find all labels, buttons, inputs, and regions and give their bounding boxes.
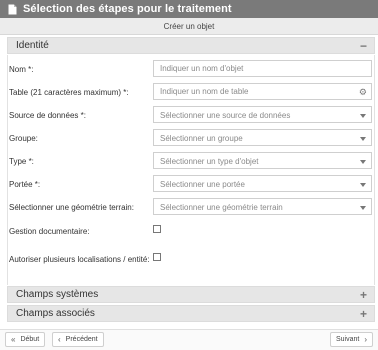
- section-champs-associes-header[interactable]: Champs associés +: [7, 305, 375, 322]
- source-select-value: Sélectionner une source de données: [160, 111, 291, 120]
- wizard-footer: « Début ‹ Précédent Suivant ›: [0, 329, 378, 350]
- document-icon: [8, 4, 17, 15]
- section-identite-label: Identité: [16, 40, 49, 51]
- portee-select[interactable]: Sélectionner une portée: [153, 175, 372, 192]
- chevron-down-icon: [360, 206, 366, 210]
- chevron-down-icon: [360, 137, 366, 141]
- groupe-select-value: Sélectionner un groupe: [160, 134, 243, 143]
- section-champs-associes-label: Champs associés: [16, 308, 95, 319]
- chevron-right-icon: ›: [364, 335, 368, 344]
- section-identite-header[interactable]: Identité −: [7, 37, 375, 54]
- geometrie-select-value: Sélectionner une géométrie terrain: [160, 203, 283, 212]
- toolbar-subtitle-bar: Créer un objet: [0, 18, 378, 35]
- geometrie-label: Sélectionner une géométrie terrain:: [9, 203, 134, 212]
- type-label: Type *:: [9, 157, 34, 166]
- page-subtitle: Créer un objet: [163, 21, 215, 31]
- collapse-icon[interactable]: −: [360, 39, 367, 53]
- nom-field[interactable]: [153, 60, 372, 77]
- window-titlebar: Sélection des étapes pour le traitement: [0, 0, 378, 18]
- table-field[interactable]: ⚙: [153, 83, 372, 100]
- table-input[interactable]: [154, 84, 371, 99]
- geometrie-select[interactable]: Sélectionner une géométrie terrain: [153, 198, 372, 215]
- section-champs-systemes-header[interactable]: Champs systèmes +: [7, 286, 375, 303]
- debut-button-label: Début: [20, 336, 40, 343]
- source-label: Source de données *:: [9, 111, 86, 120]
- chevron-down-icon: [360, 183, 366, 187]
- expand-icon[interactable]: +: [360, 307, 367, 321]
- portee-select-value: Sélectionner une portée: [160, 180, 245, 189]
- portee-label: Portée *:: [9, 180, 41, 189]
- type-select[interactable]: Sélectionner un type d'objet: [153, 152, 372, 169]
- groupe-label: Groupe:: [9, 134, 38, 143]
- double-chevron-left-icon: «: [11, 335, 16, 344]
- precedent-button[interactable]: ‹ Précédent: [52, 332, 104, 347]
- chevron-down-icon: [360, 114, 366, 118]
- gear-icon[interactable]: ⚙: [359, 87, 367, 98]
- suivant-button-label: Suivant: [336, 336, 360, 343]
- window-title: Sélection des étapes pour le traitement: [23, 3, 232, 15]
- groupe-select[interactable]: Sélectionner un groupe: [153, 129, 372, 146]
- nom-label: Nom *:: [9, 65, 34, 74]
- precedent-button-label: Précédent: [65, 336, 98, 343]
- table-label: Table (21 caractères maximum) *:: [9, 88, 129, 97]
- source-select[interactable]: Sélectionner une source de données: [153, 106, 372, 123]
- suivant-button[interactable]: Suivant ›: [330, 332, 374, 347]
- chevron-left-icon: ‹: [58, 335, 61, 344]
- section-champs-systemes-label: Champs systèmes: [16, 289, 99, 300]
- debut-button[interactable]: « Début: [5, 332, 46, 347]
- gestion-doc-checkbox[interactable]: [153, 225, 161, 233]
- multi-loc-label: Autoriser plusieurs localisations / enti…: [9, 255, 150, 264]
- expand-icon[interactable]: +: [360, 288, 367, 302]
- chevron-down-icon: [360, 160, 366, 164]
- gestion-doc-label: Gestion documentaire:: [9, 227, 90, 236]
- multi-loc-checkbox[interactable]: [153, 253, 161, 261]
- type-select-value: Sélectionner un type d'objet: [160, 157, 259, 166]
- nom-input[interactable]: [154, 61, 371, 76]
